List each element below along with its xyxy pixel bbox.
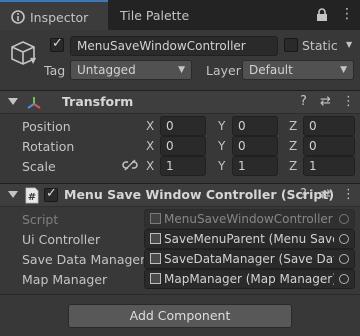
- axis-y-label: Y: [218, 139, 226, 153]
- inspector-icon: [11, 10, 25, 24]
- chevron-down-icon: ▼: [178, 65, 185, 75]
- ui-controller-label: Ui Controller: [22, 232, 101, 247]
- rotation-label: Rotation: [22, 139, 75, 154]
- gameobject-icon: [150, 273, 161, 284]
- ui-controller-value: SaveMenuParent (Menu Save U: [164, 232, 353, 246]
- divider: [0, 294, 360, 295]
- tab-inspector[interactable]: Inspector: [0, 0, 108, 30]
- lock-icon[interactable]: [316, 8, 328, 22]
- layer-value: Default: [249, 63, 293, 77]
- script-icon: #: [25, 187, 39, 204]
- object-picker-icon[interactable]: [334, 270, 354, 288]
- script-field-label: Script: [22, 212, 59, 227]
- preset-icon[interactable]: ⇄: [320, 187, 331, 202]
- link-icon[interactable]: [122, 158, 138, 172]
- script-field-value: MenuSaveWindowController: [164, 212, 333, 226]
- tab-inspector-label: Inspector: [30, 10, 89, 25]
- icon-dropdown-arrow[interactable]: ▼: [30, 56, 36, 65]
- scale-x-field[interactable]: 1: [160, 156, 206, 176]
- chevron-down-icon: ▼: [340, 65, 347, 75]
- map-manager-value: MapManager (Map Manager): [164, 272, 337, 286]
- save-data-manager-field[interactable]: SaveDataManager (Save Data M: [144, 249, 355, 269]
- menu-icon[interactable]: ⋮: [340, 6, 354, 22]
- help-icon[interactable]: ?: [300, 94, 307, 109]
- static-label: Static: [302, 38, 338, 53]
- scale-z-field[interactable]: 1: [303, 156, 355, 176]
- gameobject-icon: [150, 253, 161, 264]
- tag-value: Untagged: [77, 63, 136, 77]
- save-data-manager-value: SaveDataManager (Save Data M: [164, 252, 355, 266]
- position-y-field[interactable]: 0: [232, 116, 278, 136]
- axis-z-label: Z: [289, 139, 298, 153]
- rotation-y-field[interactable]: 0: [232, 136, 278, 156]
- more-icon[interactable]: ⋮: [342, 94, 355, 109]
- help-icon[interactable]: ?: [300, 187, 307, 202]
- ui-controller-field[interactable]: SaveMenuParent (Menu Save U: [144, 229, 355, 249]
- object-name-field[interactable]: MenuSaveWindowController: [70, 36, 278, 56]
- axis-y-label: Y: [218, 119, 226, 133]
- gameobject-icon: [150, 233, 161, 244]
- object-picker-icon[interactable]: [334, 230, 354, 248]
- transform-header[interactable]: Transform ? ⇄ ⋮: [0, 90, 360, 114]
- position-x-field[interactable]: 0: [160, 116, 206, 136]
- script-component-header[interactable]: # Menu Save Window Controller (Script) ?…: [0, 183, 360, 207]
- static-checkbox[interactable]: [284, 38, 298, 52]
- layer-dropdown[interactable]: Default ▼: [242, 60, 354, 80]
- axis-x-label: X: [146, 139, 155, 153]
- object-picker-icon: [334, 210, 354, 228]
- scale-label: Scale: [22, 159, 56, 174]
- layer-label: Layer: [206, 63, 241, 78]
- rotation-x-field[interactable]: 0: [160, 136, 206, 156]
- position-label: Position: [22, 119, 71, 134]
- transform-title: Transform: [62, 94, 134, 109]
- rotation-z-field[interactable]: 0: [303, 136, 355, 156]
- transform-axes-icon: [27, 97, 41, 109]
- scale-y-field[interactable]: 1: [232, 156, 278, 176]
- foldout-arrow[interactable]: [8, 191, 18, 198]
- foldout-arrow[interactable]: [8, 98, 18, 105]
- more-icon[interactable]: ⋮: [342, 187, 355, 202]
- map-manager-field[interactable]: MapManager (Map Manager): [144, 269, 355, 289]
- tag-dropdown[interactable]: Untagged ▼: [70, 60, 192, 80]
- tag-label: Tag: [44, 63, 66, 78]
- axis-x-label: X: [146, 119, 155, 133]
- static-dropdown-arrow[interactable]: ▼: [346, 40, 352, 49]
- save-data-manager-label: Save Data Manager: [22, 252, 146, 267]
- map-manager-label: Map Manager: [22, 272, 108, 287]
- script-icon: [150, 213, 161, 224]
- svg-text:#: #: [28, 192, 36, 203]
- preset-icon[interactable]: ⇄: [320, 94, 331, 109]
- add-component-button[interactable]: Add Component: [68, 304, 292, 328]
- script-enabled-checkbox[interactable]: [44, 186, 58, 202]
- script-field: MenuSaveWindowController: [144, 209, 355, 229]
- script-component-title: Menu Save Window Controller (Script): [64, 187, 335, 202]
- object-picker-icon[interactable]: [334, 250, 354, 268]
- axis-z-label: Z: [289, 159, 298, 173]
- active-checkbox[interactable]: [50, 36, 64, 52]
- tab-bar: Inspector Tile Palette ⋮: [0, 0, 360, 30]
- axis-y-label: Y: [218, 159, 226, 173]
- axis-z-label: Z: [289, 119, 298, 133]
- tab-tile-palette[interactable]: Tile Palette: [120, 8, 189, 23]
- position-z-field[interactable]: 0: [303, 116, 355, 136]
- axis-x-label: X: [146, 159, 155, 173]
